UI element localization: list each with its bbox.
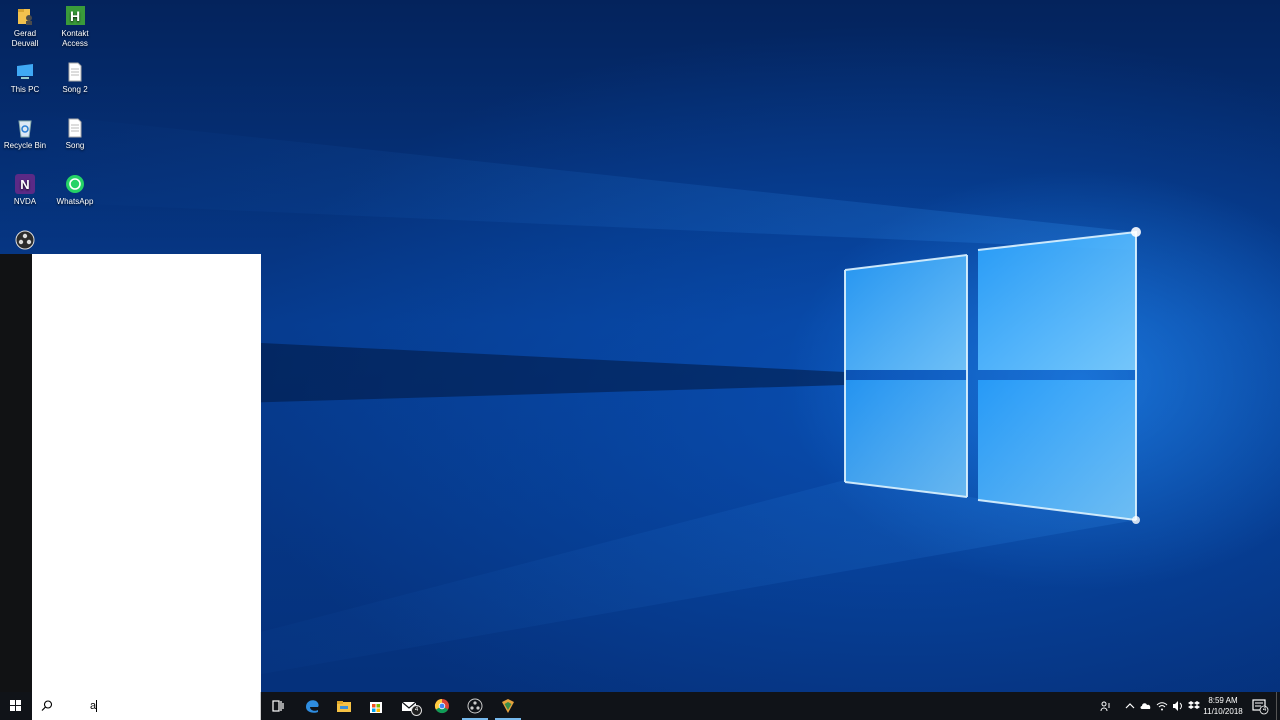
start-menu-rail [0, 254, 32, 692]
document-icon [64, 61, 86, 83]
taskbar: a 4 8:59 AM 11/10/2018 4 [0, 692, 1280, 720]
clock-date: 11/10/2018 [1203, 707, 1243, 716]
tray-network-button[interactable] [1154, 692, 1170, 720]
chrome-icon [434, 698, 449, 714]
chevron-up-icon [1125, 703, 1135, 709]
taskbar-obs-button[interactable] [459, 692, 491, 720]
notification-count: 4 [1262, 707, 1267, 713]
recycle-bin-icon [14, 117, 36, 139]
this-pc-icon [14, 61, 36, 83]
desktop-icon-song-2[interactable]: Song 2 [50, 61, 100, 95]
nvda-icon: N [14, 173, 36, 195]
search-input[interactable]: a [32, 692, 261, 720]
tray-onedrive-button[interactable] [1138, 692, 1154, 720]
desktop-icon-kontakt-access[interactable]: H Kontakt Access [50, 5, 100, 49]
tray-volume-button[interactable] [1170, 692, 1186, 720]
people-icon [1100, 701, 1110, 712]
obs-icon [14, 229, 36, 251]
search-icon [41, 700, 53, 711]
svg-text:H: H [70, 8, 80, 24]
notification-icon [1252, 699, 1269, 715]
volume-icon [1173, 701, 1182, 711]
taskbar-chrome-button[interactable] [426, 692, 458, 720]
obs-icon [467, 698, 483, 714]
kontakt-access-icon: H [64, 5, 86, 27]
cloud-icon [1140, 703, 1151, 709]
action-center-button[interactable]: 4 [1248, 692, 1272, 720]
search-results-panel [32, 254, 261, 692]
desktop-icon-recycle-bin[interactable]: Recycle Bin [0, 117, 50, 151]
desktop-icon-whatsapp[interactable]: WhatsApp [50, 173, 100, 207]
app-icon [502, 699, 514, 713]
whatsapp-icon [64, 173, 86, 195]
desktop-icon-song[interactable]: Song [50, 117, 100, 151]
taskbar-app-button[interactable] [492, 692, 524, 720]
edge-icon [306, 700, 319, 713]
start-button[interactable] [0, 692, 32, 720]
taskbar-clock[interactable]: 8:59 AM 11/10/2018 [1200, 695, 1246, 717]
tray-people-button[interactable] [1098, 692, 1114, 720]
network-icon [1156, 702, 1168, 711]
folder-user-icon [14, 5, 36, 27]
show-desktop-button[interactable] [1276, 692, 1280, 720]
taskbar-mail-button[interactable]: 4 [393, 692, 425, 720]
svg-text:N: N [20, 177, 29, 192]
taskbar-edge-button[interactable] [296, 692, 328, 720]
task-view-icon [272, 700, 284, 712]
desktop-icon-obs[interactable] [0, 229, 50, 253]
taskbar-file-explorer-button[interactable] [328, 692, 360, 720]
tray-show-hidden-button[interactable] [1122, 692, 1138, 720]
taskbar-store-button[interactable] [360, 692, 392, 720]
mail-unread-badge: 4 [411, 705, 422, 716]
windows-start-icon [10, 700, 21, 711]
desktop-icon-this-pc[interactable]: This PC [0, 61, 50, 95]
clock-time: 8:59 AM [1208, 696, 1238, 705]
file-explorer-icon [337, 701, 351, 712]
desktop-icon-gerad-deuvall[interactable]: Gerad Deuvall [0, 5, 50, 49]
desktop-icon-nvda[interactable]: N NVDA [0, 173, 50, 207]
dropbox-icon [1188, 701, 1200, 709]
store-icon [370, 702, 382, 713]
task-view-button[interactable] [262, 692, 294, 720]
text-caret [96, 700, 97, 712]
document-icon [64, 117, 86, 139]
